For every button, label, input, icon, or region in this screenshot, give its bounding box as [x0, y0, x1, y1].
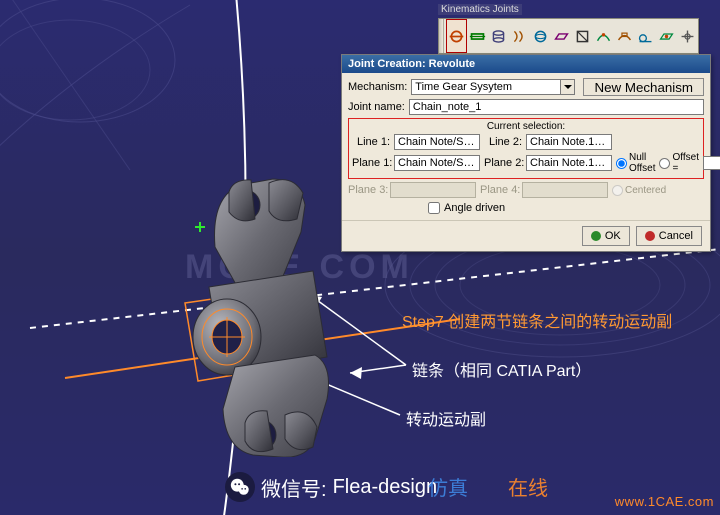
kinematics-joints-palette[interactable]: [438, 18, 699, 54]
plane2-label: Plane 2:: [484, 157, 522, 169]
plane3-label: Plane 3:: [348, 184, 386, 196]
slide-curve-joint-icon[interactable]: [614, 19, 635, 53]
overlay-text-1: 仿真: [428, 472, 468, 501]
centered-radio: Centered: [612, 185, 666, 196]
ok-label: OK: [605, 230, 621, 242]
plane4-input: [522, 182, 608, 198]
screw-joint-icon[interactable]: [509, 19, 530, 53]
point-curve-joint-icon[interactable]: [593, 19, 614, 53]
plane4-label: Plane 4:: [480, 184, 518, 196]
null-offset-label: Null Offset: [629, 152, 655, 174]
wechat-footer: 微信号: Flea-design: [225, 472, 437, 502]
null-offset-radio[interactable]: Null Offset: [616, 152, 655, 174]
wechat-icon: [225, 472, 255, 502]
overlay-text-2: 在线: [508, 472, 548, 501]
dialog-titlebar[interactable]: Joint Creation: Revolute: [342, 55, 710, 73]
wechat-id: Flea-design: [333, 476, 438, 499]
line2-input[interactable]: Chain Note.1/Solid.1: [526, 134, 612, 150]
annotation-chain-part: 链条（相同 CATIA Part）: [412, 357, 591, 381]
offset-radio[interactable]: Offset =: [659, 152, 699, 174]
footer-url: www.1CAE.com: [615, 494, 714, 509]
roll-curve-joint-icon[interactable]: [635, 19, 656, 53]
mechanism-select[interactable]: Time Gear Sysytem: [411, 79, 575, 95]
new-mechanism-button[interactable]: New Mechanism: [583, 78, 704, 96]
dialog-title: Joint Creation: Revolute: [348, 58, 475, 70]
line1-input[interactable]: Chain Note/Solid.1: [394, 134, 480, 150]
plane2-input[interactable]: Chain Note.1/Solid.1: [526, 155, 612, 171]
current-selection-group: Current selection: Line 1: Chain Note/So…: [348, 118, 704, 179]
palette-grip[interactable]: [439, 19, 444, 53]
mechanism-label: Mechanism:: [348, 81, 407, 93]
viewport-3d[interactable]: MCAE.COM: [0, 0, 720, 515]
wechat-prefix: 微信号:: [261, 473, 327, 502]
line1-label: Line 1:: [352, 136, 390, 148]
ok-icon: [591, 231, 601, 241]
annotation-step7: Step7 创建两节链条之间的转动运动副: [402, 308, 672, 332]
current-selection-title: Current selection:: [352, 121, 700, 132]
joint-creation-dialog: Joint Creation: Revolute Mechanism: Time…: [341, 54, 711, 252]
ok-button[interactable]: OK: [582, 226, 630, 246]
spherical-joint-icon[interactable]: [530, 19, 551, 53]
cancel-icon: [645, 231, 655, 241]
centered-label: Centered: [625, 185, 666, 196]
line2-label: Line 2:: [484, 136, 522, 148]
universal-joint-icon[interactable]: [677, 19, 698, 53]
annotation-revolute: 转动运动副: [406, 406, 486, 430]
cylindrical-joint-icon[interactable]: [488, 19, 509, 53]
offset-value-input[interactable]: [703, 156, 720, 170]
rigid-joint-icon[interactable]: [572, 19, 593, 53]
prismatic-joint-icon[interactable]: [467, 19, 488, 53]
cancel-button[interactable]: Cancel: [636, 226, 702, 246]
point-surface-joint-icon[interactable]: [656, 19, 677, 53]
cancel-label: Cancel: [659, 230, 693, 242]
plane1-input[interactable]: Chain Note/Solid.1: [394, 155, 480, 171]
plane3-input: [390, 182, 476, 198]
offset-label: Offset =: [672, 152, 699, 174]
angle-driven-checkbox[interactable]: [428, 202, 440, 214]
watermark: MCAE.COM: [185, 248, 414, 287]
angle-driven-label: Angle driven: [444, 202, 505, 214]
palette-title: Kinematics Joints: [438, 4, 522, 15]
dropdown-arrow-icon[interactable]: [560, 79, 575, 95]
joint-name-label: Joint name:: [348, 101, 405, 113]
plane1-label: Plane 1:: [352, 157, 390, 169]
revolute-joint-icon[interactable]: [446, 19, 467, 53]
mechanism-value: Time Gear Sysytem: [411, 79, 560, 95]
planar-joint-icon[interactable]: [551, 19, 572, 53]
joint-name-input[interactable]: Chain_note_1: [409, 99, 704, 115]
